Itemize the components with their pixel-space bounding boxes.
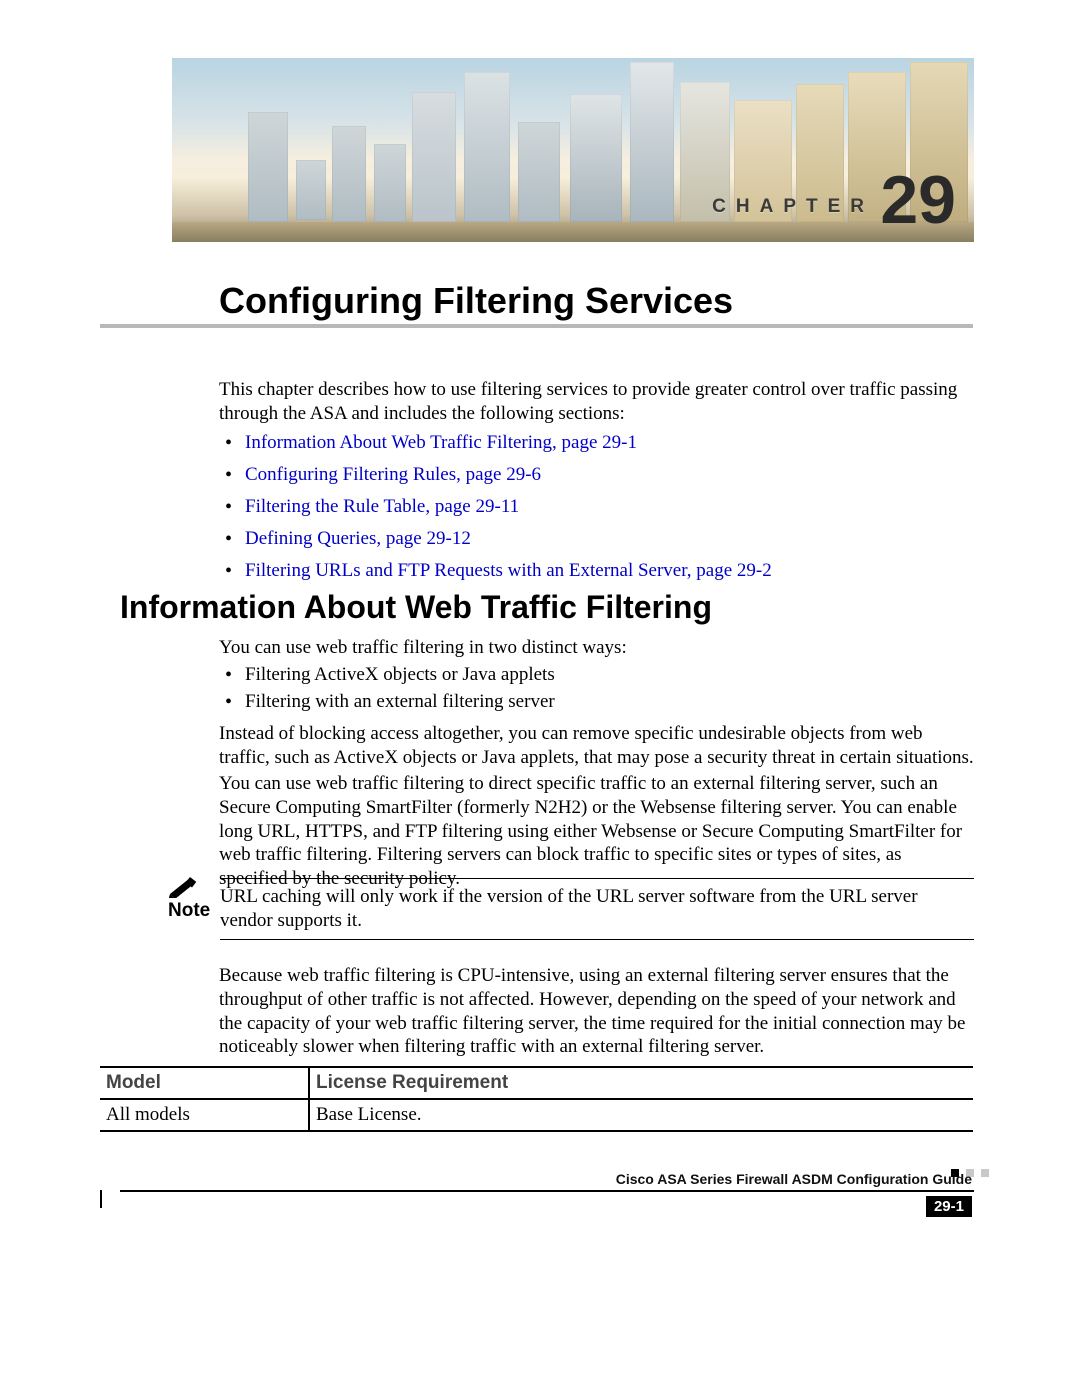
section-bullets: Filtering ActiveX objects or Java applet… [245, 664, 974, 718]
chapter-label: CHAPTER [712, 196, 874, 218]
banner-building [464, 72, 510, 222]
note-text: URL caching will only work if the versio… [220, 885, 974, 933]
table-header-row: Model License Requirement [100, 1068, 973, 1100]
toc-link[interactable]: Configuring Filtering Rules, page 29-6 [245, 464, 541, 485]
toc-item: Filtering the Rule Table, page 29-11 [245, 496, 974, 518]
table-header-cell: Model [100, 1068, 310, 1100]
section-paragraph: Because web traffic filtering is CPU-int… [219, 964, 974, 1059]
footer-rule [120, 1190, 974, 1192]
banner-building [412, 92, 456, 222]
note-block: Note URL caching will only work if the v… [168, 878, 974, 940]
page-number-badge: 29-1 [926, 1196, 972, 1217]
chapter-banner: CHAPTER 29 [172, 58, 974, 242]
table-cell: All models [100, 1100, 310, 1130]
banner-building [630, 62, 674, 222]
banner-building [248, 112, 288, 222]
toc-item: Filtering URLs and FTP Requests with an … [245, 560, 974, 582]
bullet-item: Filtering ActiveX objects or Java applet… [245, 664, 974, 686]
toc-item: Information About Web Traffic Filtering,… [245, 432, 974, 454]
toc-link[interactable]: Defining Queries, page 29-12 [245, 528, 471, 549]
footer-guide-title: Cisco ASA Series Firewall ASDM Configura… [616, 1171, 972, 1187]
toc-item: Defining Queries, page 29-12 [245, 528, 974, 550]
footer-tick [100, 1190, 102, 1208]
banner-building [296, 160, 326, 220]
banner-building [570, 94, 622, 222]
license-table: Model License Requirement All models Bas… [100, 1066, 973, 1132]
section-heading: Information About Web Traffic Filtering [120, 589, 712, 626]
toc-link[interactable]: Information About Web Traffic Filtering,… [245, 432, 637, 453]
toc-link[interactable]: Filtering the Rule Table, page 29-11 [245, 496, 519, 517]
toc-item: Configuring Filtering Rules, page 29-6 [245, 464, 974, 486]
note-rule-bottom [220, 939, 974, 940]
table-row: All models Base License. [100, 1100, 973, 1130]
table-header-cell: License Requirement [310, 1068, 973, 1100]
pencil-icon [168, 874, 204, 903]
bullet-item: Filtering with an external filtering ser… [245, 691, 974, 713]
document-page: CHAPTER 29 Configuring Filtering Service… [0, 0, 1080, 1397]
banner-building [374, 144, 406, 222]
toc-link[interactable]: Filtering URLs and FTP Requests with an … [245, 560, 772, 581]
title-rule [100, 324, 973, 328]
intro-paragraph: This chapter describes how to use filter… [219, 378, 974, 426]
banner-ground [172, 222, 974, 242]
toc-list: Information About Web Traffic Filtering,… [245, 432, 974, 592]
banner-building [332, 126, 366, 222]
section-paragraph: You can use web traffic filtering to dir… [219, 772, 974, 891]
table-cell: Base License. [310, 1100, 973, 1130]
chapter-title: Configuring Filtering Services [219, 280, 733, 322]
banner-building [518, 122, 560, 222]
note-rule-top [220, 878, 974, 879]
square-icon [981, 1169, 989, 1177]
chapter-number: 29 [880, 166, 956, 234]
note-label: Note [168, 900, 210, 922]
section-lead: You can use web traffic filtering in two… [219, 636, 974, 660]
section-paragraph: Instead of blocking access altogether, y… [219, 722, 974, 770]
